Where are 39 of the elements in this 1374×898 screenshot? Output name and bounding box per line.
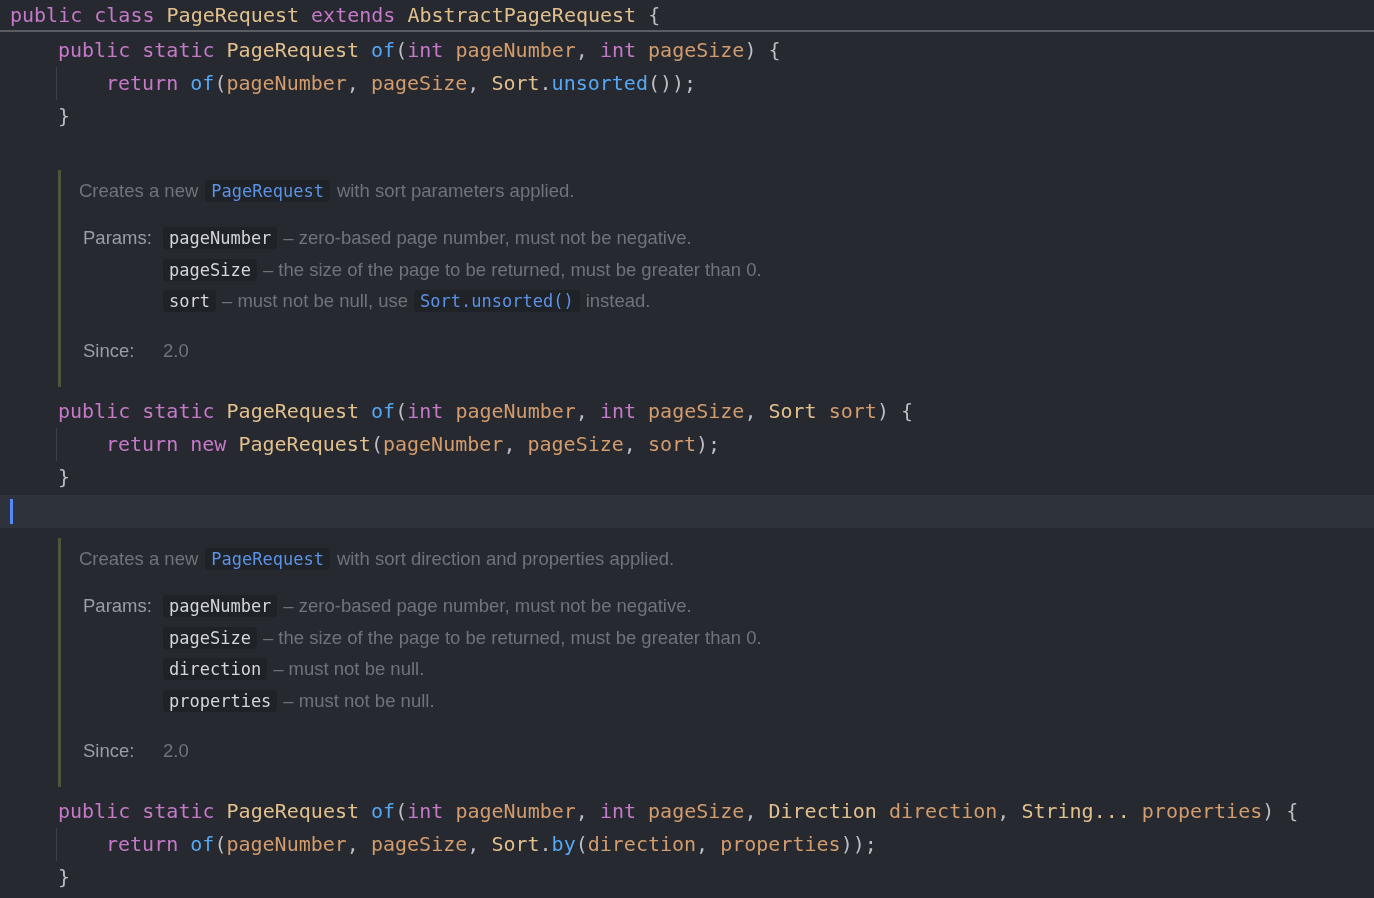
code-line: return of(pageNumber, pageSize, Sort.by(direction, properties));	[105, 830, 877, 858]
param-description: instead.	[585, 290, 651, 312]
since-version: 2.0	[163, 340, 189, 362]
code-line: public class PageRequest extends AbstractPageRequest {	[0, 0, 1374, 32]
param-name: pageSize	[163, 258, 257, 281]
text-cursor	[10, 499, 13, 524]
param-description: – must not be null.	[273, 658, 425, 680]
param-name: properties	[163, 689, 278, 712]
param-description: – zero-based page number, must not be negative.	[283, 227, 692, 249]
params-label: Params:	[82, 594, 153, 618]
param-description: – must not be null, use	[221, 290, 409, 312]
param-description: – the size of the page to be returned, must be greater than 0.	[262, 626, 762, 649]
doc-text: with sort parameters applied.	[336, 180, 575, 202]
code-line: return new PageRequest(pageNumber, pageSize, sort);	[105, 431, 721, 458]
param-name: direction	[163, 658, 268, 680]
inline-code: PageRequest	[205, 180, 330, 202]
param-description: – the size of the page to be returned, must be greater than 0.	[262, 258, 762, 281]
code-line: }	[57, 103, 71, 130]
doc-text: Creates a new	[79, 180, 199, 202]
code-line: public static PageRequest of(int pageNumber, int pageSize) {	[57, 37, 781, 64]
inline-code: PageRequest	[205, 548, 330, 570]
param-name: pageNumber	[163, 595, 278, 617]
params-label: Params:	[82, 226, 153, 250]
param-description: – must not be null.	[283, 689, 435, 712]
param-name: pageSize	[163, 626, 257, 649]
code-line: public static PageRequest of(int pageNumber, int pageSize, Direction direction, String... properties) {	[57, 797, 1299, 825]
code-line: }	[57, 863, 71, 891]
param-description: – zero-based page number, must not be negative.	[283, 595, 692, 617]
code-line: return of(pageNumber, pageSize, Sort.unsorted());	[105, 70, 697, 97]
param-name: pageNumber	[163, 227, 278, 249]
inline-code: Sort.unsorted()	[414, 290, 580, 312]
code-line: public static PageRequest of(int pageNumber, int pageSize, Sort sort) {	[57, 398, 913, 425]
since-label: Since:	[82, 339, 136, 363]
since-version: 2.0	[163, 739, 189, 762]
doc-text: with sort direction and properties applied.	[336, 548, 675, 570]
code-line: }	[57, 464, 71, 491]
param-name: sort	[163, 290, 216, 312]
doc-text: Creates a new	[79, 548, 199, 570]
since-label: Since:	[82, 738, 136, 763]
